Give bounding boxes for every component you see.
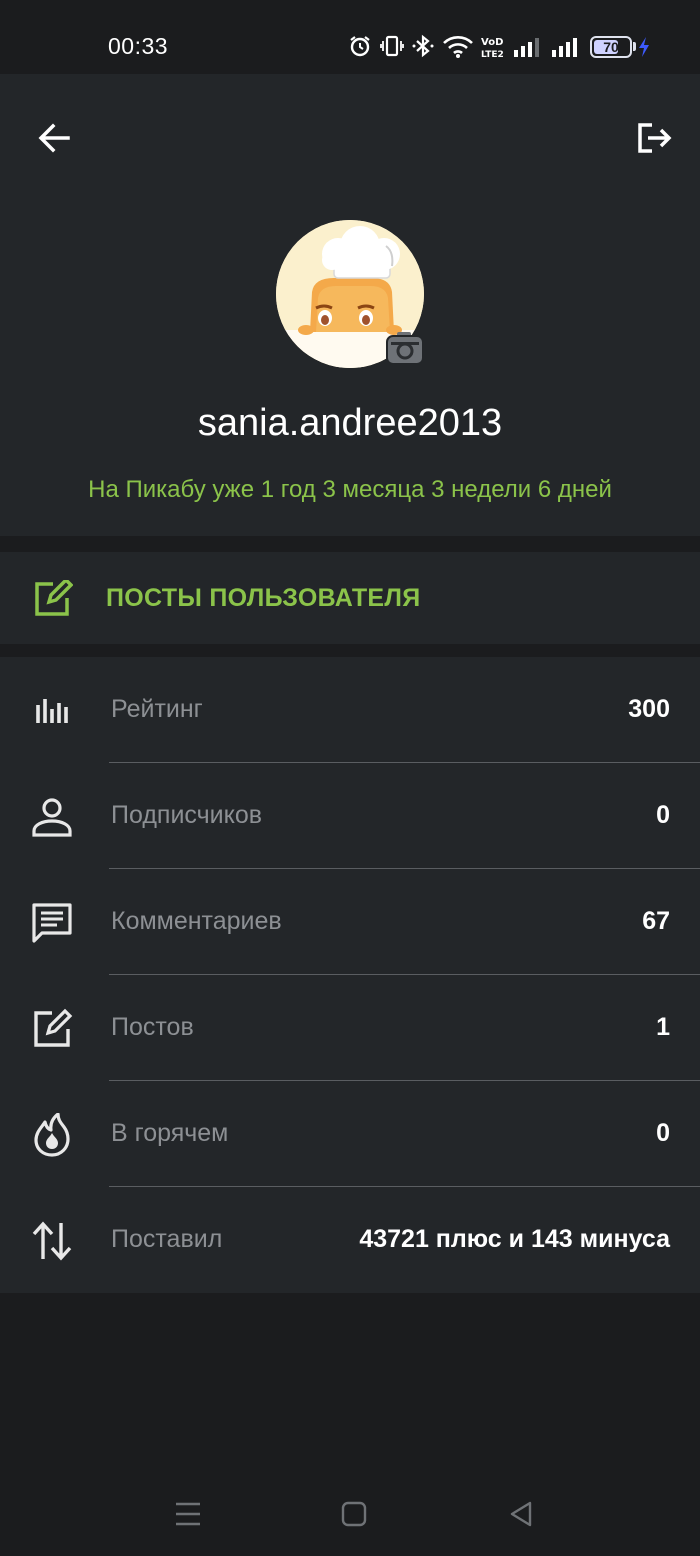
comment-icon — [32, 903, 72, 943]
stat-label: Рейтинг — [111, 695, 203, 723]
stat-row-posts: Постов 1 — [0, 975, 700, 1081]
stat-label: В горячем — [111, 1119, 229, 1147]
edit-icon — [35, 580, 73, 616]
back-button[interactable] — [22, 106, 86, 170]
stat-value: 43721 плюс и 143 минуса — [359, 1225, 670, 1253]
stat-label: Постов — [111, 1013, 194, 1041]
stat-row-hot: В горячем 0 — [0, 1081, 700, 1187]
edit-icon — [34, 1008, 73, 1047]
stat-value: 0 — [656, 801, 670, 829]
stat-row-comments: Комментариев 67 — [0, 869, 700, 975]
stat-value: 67 — [642, 907, 670, 935]
menu-icon — [176, 1502, 200, 1526]
change-photo-button[interactable] — [385, 330, 425, 366]
rating-icon — [36, 699, 68, 723]
square-icon — [341, 1501, 367, 1527]
username: sania.andree2013 — [197, 402, 503, 444]
user-posts-label: ПОСТЫ ПОЛЬЗОВАТЕЛЯ — [106, 584, 421, 612]
stats-list: Рейтинг 300 Подписчиков 0 Комментариев 6… — [0, 657, 700, 1293]
alarm-icon — [350, 36, 370, 57]
stat-value: 1 — [656, 1013, 670, 1041]
status-time: 00:33 — [108, 33, 169, 59]
triangle-back-icon — [510, 1501, 532, 1527]
stat-value: 0 — [656, 1119, 670, 1147]
svg-text:LTE2: LTE2 — [481, 50, 504, 60]
profile-header: sania.andree2013 На Пикабу уже 1 год 3 м… — [0, 74, 700, 536]
bluetooth-icon — [412, 34, 434, 58]
stat-label: Комментариев — [111, 907, 282, 935]
signal-icon — [552, 38, 577, 57]
volte-icon: VoD LTE2 — [481, 37, 504, 60]
person-icon — [32, 798, 72, 837]
arrow-left-icon — [38, 123, 70, 153]
home-button[interactable] — [332, 1496, 376, 1532]
battery-level: 70 — [603, 39, 619, 55]
system-nav-bar — [0, 1470, 700, 1556]
user-posts-link[interactable]: ПОСТЫ ПОЛЬЗОВАТЕЛЯ — [0, 552, 700, 644]
stat-label: Подписчиков — [111, 801, 263, 829]
flame-icon — [34, 1113, 70, 1157]
stat-row-subscribers: Подписчиков 0 — [0, 763, 700, 869]
recents-button[interactable] — [166, 1496, 210, 1532]
stat-row-rating: Рейтинг 300 — [0, 657, 700, 763]
camera-icon — [386, 332, 424, 365]
vibrate-icon — [380, 35, 404, 57]
svg-text:VoD: VoD — [481, 37, 503, 48]
stat-label: Поставил — [111, 1225, 223, 1253]
stat-value: 300 — [628, 695, 670, 723]
charging-icon — [639, 37, 649, 57]
stat-row-votes: Поставил 43721 плюс и 143 минуса — [0, 1187, 700, 1293]
wifi-icon — [443, 36, 473, 58]
battery-icon: 70 — [590, 36, 632, 58]
signal-icon — [514, 38, 539, 57]
status-bar: 00:33 VoD LTE2 70 — [0, 0, 700, 74]
member-since-text: На Пикабу уже 1 год 3 месяца 3 недели 6 … — [88, 476, 612, 503]
logout-icon — [638, 123, 672, 153]
back-nav-button[interactable] — [499, 1496, 543, 1532]
sort-arrows-icon — [32, 1221, 72, 1261]
logout-button[interactable] — [622, 106, 686, 170]
